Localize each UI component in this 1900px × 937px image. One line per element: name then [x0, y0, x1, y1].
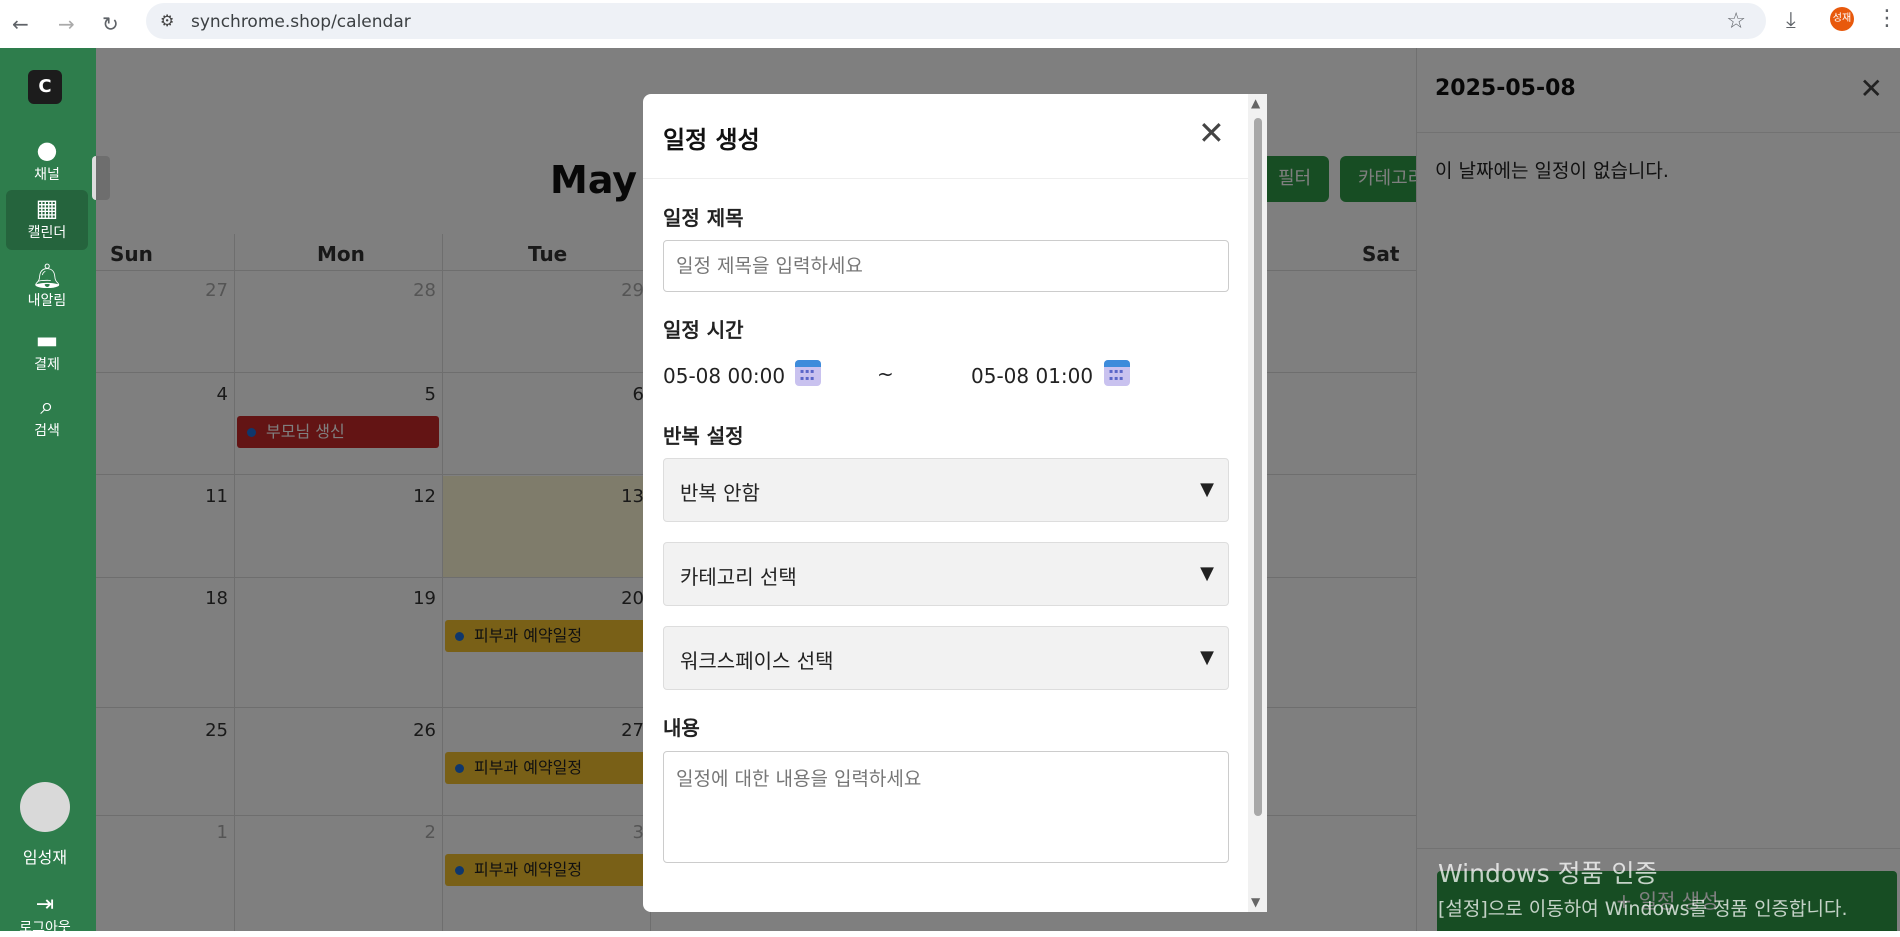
time-label: 일정 시간 — [663, 318, 744, 342]
calendar-icon[interactable] — [1104, 360, 1130, 386]
content-textarea[interactable]: 일정에 대한 내용을 입력하세요 — [663, 751, 1229, 863]
logout-button[interactable]: ⇥ 로그아웃 — [0, 892, 90, 937]
site-info-icon[interactable]: ⚙ — [160, 11, 174, 30]
content-label: 내용 — [663, 716, 700, 740]
title-input[interactable]: 일정 제목을 입력하세요 — [663, 240, 1229, 292]
windows-activation-watermark: Windows 정품 인증 [설정]으로 이동하여 Windows를 정품 인증… — [1438, 854, 1848, 921]
calendar-icon[interactable] — [795, 360, 821, 386]
user-avatar[interactable] — [20, 782, 70, 832]
chat-icon: ● — [36, 136, 58, 164]
repeat-value: 반복 안함 — [680, 481, 760, 505]
repeat-label: 반복 설정 — [663, 424, 744, 448]
logout-label: 로그아웃 — [19, 920, 71, 936]
modal-header: 일정 생성 ✕ — [643, 94, 1267, 179]
workspace-select[interactable]: 워크스페이스 선택 ▼ — [663, 626, 1229, 690]
bell-icon: 🔔︎ — [31, 262, 63, 290]
sidebar-item-label: 채널 — [34, 167, 60, 183]
workspace-value: 워크스페이스 선택 — [680, 649, 834, 673]
scroll-down-icon[interactable]: ▼ — [1251, 895, 1260, 909]
create-schedule-modal: 일정 생성 ✕ 일정 제목 일정 제목을 입력하세요 일정 시간 05-08 0… — [643, 94, 1267, 912]
sidebar-item-label: 검색 — [34, 423, 60, 439]
sidebar-item-label: 결제 — [34, 357, 60, 373]
user-name: 임성재 — [22, 848, 68, 867]
start-datetime-input[interactable]: 05-08 00:00 — [663, 364, 785, 388]
reload-icon[interactable]: ↻ — [102, 12, 119, 36]
close-icon[interactable]: ✕ — [1198, 114, 1225, 152]
logout-icon: ⇥ — [35, 892, 55, 917]
range-separator: ~ — [877, 362, 894, 386]
app-sidebar: C ● 채널 ▦ 캘린더 🔔︎ 내알림 ▬ 결제 ⌕ 검색 임성재 ⇥ 로그아웃 — [0, 48, 96, 936]
sidebar-item-label: 캘린더 — [27, 225, 67, 241]
title-label: 일정 제목 — [663, 206, 744, 230]
url-text[interactable]: synchrome.shop/calendar — [191, 12, 411, 32]
back-icon[interactable]: ← — [12, 12, 29, 36]
app-logo[interactable]: C — [28, 70, 62, 104]
repeat-select[interactable]: 반복 안함 ▼ — [663, 458, 1229, 522]
end-datetime-input[interactable]: 05-08 01:00 — [971, 364, 1093, 388]
watermark-line: Windows 정품 인증 — [1438, 859, 1658, 888]
browser-toolbar: ← → ↻ ⚙ synchrome.shop/calendar ☆ ⤓ 성재 ⋮ — [0, 0, 1900, 49]
bookmark-star-icon[interactable]: ☆ — [1726, 9, 1746, 34]
profile-avatar[interactable]: 성재 — [1830, 7, 1854, 31]
scrollbar-thumb[interactable] — [1254, 118, 1262, 816]
sidebar-item-notifications[interactable]: 🔔︎ 내알림 — [6, 258, 88, 318]
category-value: 카테고리 선택 — [680, 565, 797, 589]
category-select[interactable]: 카테고리 선택 ▼ — [663, 542, 1229, 606]
dropdown-arrow-icon: ▼ — [1200, 647, 1214, 668]
sidebar-item-search[interactable]: ⌕ 검색 — [6, 388, 88, 448]
forward-icon[interactable]: → — [58, 12, 75, 36]
sidebar-item-payment[interactable]: ▬ 결제 — [6, 322, 88, 382]
sidebar-item-calendar[interactable]: ▦ 캘린더 — [6, 190, 88, 250]
download-icon[interactable]: ⤓ — [1786, 8, 1796, 33]
card-icon: ▬ — [35, 326, 59, 354]
address-bar[interactable]: ⚙ synchrome.shop/calendar ☆ — [146, 3, 1766, 39]
calendar-icon: ▦ — [35, 194, 59, 222]
scroll-up-icon[interactable]: ▲ — [1251, 96, 1260, 110]
modal-title: 일정 생성 — [663, 126, 760, 154]
dropdown-arrow-icon: ▼ — [1200, 563, 1214, 584]
watermark-line: [설정]으로 이동하여 Windows를 정품 인증합니다. — [1438, 898, 1848, 920]
sidebar-item-label: 내알림 — [27, 293, 67, 309]
browser-menu-icon[interactable]: ⋮ — [1876, 6, 1898, 31]
search-icon: ⌕ — [40, 392, 54, 420]
sidebar-item-channel[interactable]: ● 채널 — [6, 132, 88, 192]
dropdown-arrow-icon: ▼ — [1200, 479, 1214, 500]
